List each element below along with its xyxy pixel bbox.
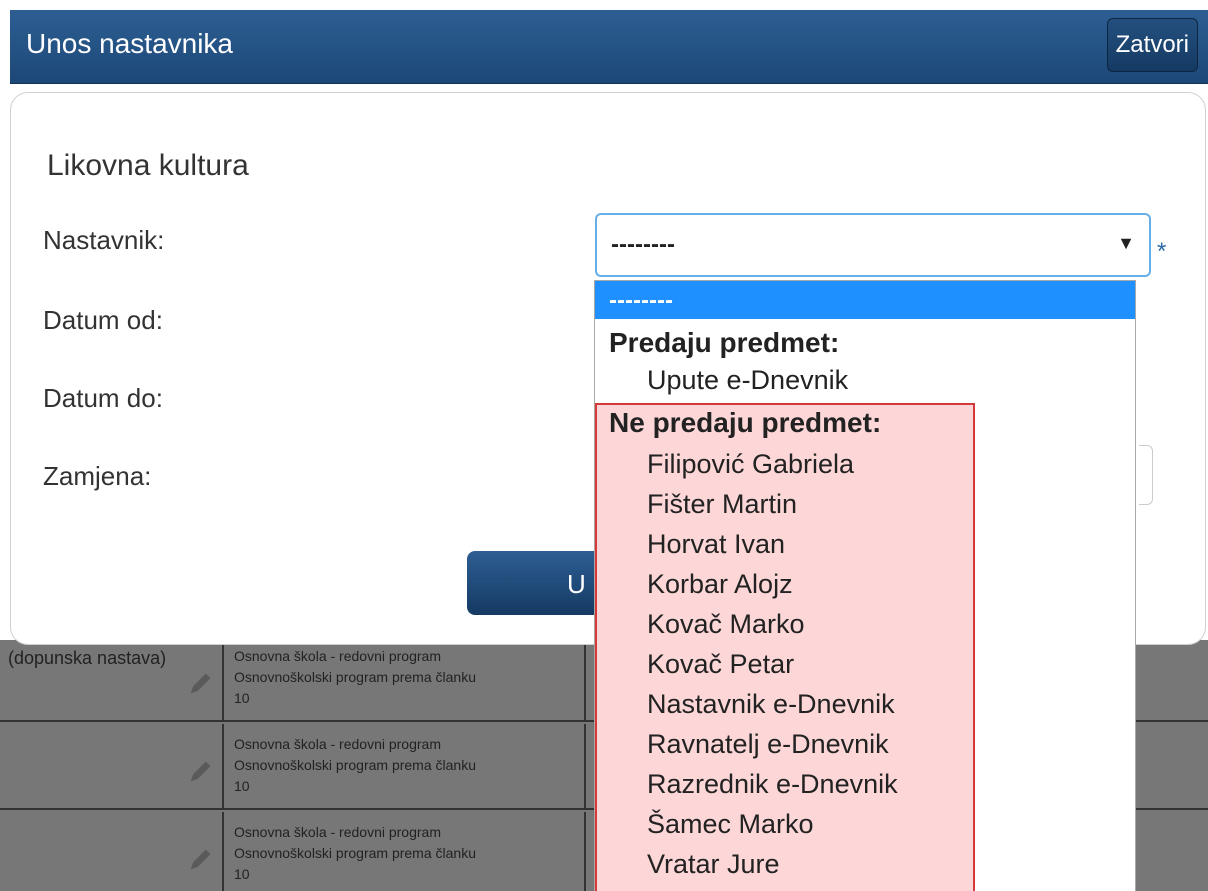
table-cell-label	[0, 812, 224, 891]
modal-title: Unos nastavnika	[26, 28, 234, 59]
option-item[interactable]: Vratar Jure	[647, 849, 780, 880]
table-cell-program: Osnovna škola - redovni program Osnovnoš…	[224, 812, 586, 891]
option-item[interactable]: Kovač Marko	[647, 609, 805, 640]
substitute-label: Zamjena:	[43, 461, 152, 491]
table-cell-label	[0, 724, 224, 808]
option-item[interactable]: Razrednik e-Dnevnik	[647, 769, 898, 800]
program-text: Osnovna škola - redovni program Osnovnoš…	[234, 822, 476, 885]
option-item[interactable]: Kovač Petar	[647, 649, 794, 680]
row-label: (dopunska nastava)	[8, 648, 167, 668]
program-line: Osnovna škola - redovni program	[234, 736, 441, 752]
option-item[interactable]: Ravnatelj e-Dnevnik	[647, 729, 889, 760]
table-cell-label: (dopunska nastava)	[0, 636, 224, 720]
option-item[interactable]: Nastavnik e-Dnevnik	[647, 689, 895, 720]
program-line: Osnovna škola - redovni program	[234, 824, 441, 840]
optgroup-teaching: Predaju predmet:	[609, 327, 840, 358]
close-button[interactable]: Zatvori	[1106, 18, 1198, 72]
program-line: Osnovnoškolski program prema članku	[234, 845, 476, 861]
option-item[interactable]: Fišter Martin	[647, 489, 797, 520]
program-line: Osnovnoškolski program prema članku	[234, 669, 476, 685]
teacher-dropdown-list[interactable]: -------- Predaju predmet: Upute e-Dnevni…	[594, 280, 1136, 891]
table-cell-program: Osnovna škola - redovni program Osnovnoš…	[224, 724, 586, 808]
date-from-label: Datum od:	[43, 305, 163, 335]
submit-label: U	[567, 569, 586, 599]
substitute-field[interactable]	[1139, 445, 1153, 505]
pencil-icon[interactable]	[186, 846, 214, 874]
teacher-label: Nastavnik:	[43, 225, 165, 255]
option-item[interactable]: Horvat Ivan	[647, 529, 785, 560]
program-line: 10	[234, 866, 250, 882]
option-item[interactable]: Korbar Alojz	[647, 569, 793, 600]
program-line: 10	[234, 778, 250, 794]
subject-title: Likovna kultura	[47, 149, 249, 182]
program-text: Osnovna škola - redovni program Osnovnoš…	[234, 646, 476, 709]
pencil-icon[interactable]	[186, 758, 214, 786]
option-item[interactable]: Šamec Marko	[647, 809, 814, 840]
option-selected[interactable]: --------	[595, 281, 1135, 319]
option-label: --------	[609, 287, 673, 314]
modal-header: Unos nastavnika Zatvori	[10, 10, 1208, 84]
option-item[interactable]: Upute e-Dnevnik	[647, 365, 848, 396]
optgroup-not-teaching: Ne predaju predmet:	[609, 407, 882, 438]
required-marker: *	[1157, 238, 1167, 265]
teacher-select[interactable]: -------- ▼	[595, 213, 1151, 277]
option-item[interactable]: Filipović Gabriela	[647, 449, 854, 480]
program-line: 10	[234, 690, 250, 706]
program-text: Osnovna škola - redovni program Osnovnoš…	[234, 734, 476, 797]
program-line: Osnovna škola - redovni program	[234, 648, 441, 664]
select-value: --------	[611, 231, 675, 258]
date-to-label: Datum do:	[43, 383, 163, 413]
pencil-icon[interactable]	[186, 670, 214, 698]
program-line: Osnovnoškolski program prema članku	[234, 757, 476, 773]
table-cell-program: Osnovna škola - redovni program Osnovnoš…	[224, 636, 586, 720]
chevron-down-icon: ▼	[1117, 233, 1135, 253]
